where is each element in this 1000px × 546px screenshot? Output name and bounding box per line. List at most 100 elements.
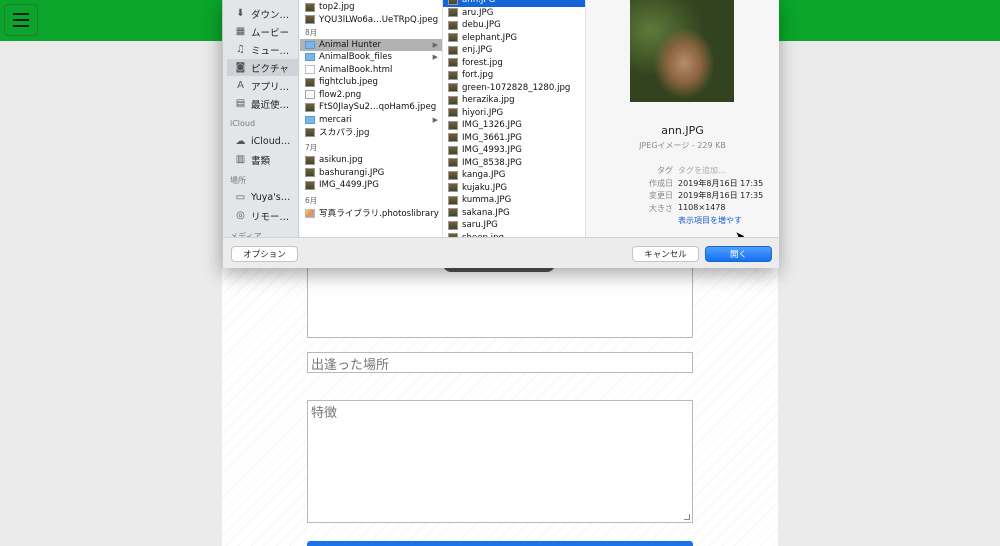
file-row[interactable]: top2.jpg [300,1,442,14]
meta-key: タグ [657,166,673,175]
file-name: flow2.png [319,89,362,100]
file-thumbnail-icon [448,20,458,30]
show-more-link[interactable]: 表示項目を増やす [678,215,742,226]
file-open-dialog: ⬇ ダウン… ▦ ムービー ♫ ミュー… ◙ ピクチャ A アプリ… ▤ 最近使… iCloud ☁ iCl… [222,0,779,268]
preview-filekind: JPEGイメージ - 229 KB [639,141,726,150]
column-pictures[interactable]: top2.jpg YQU3lLWo6a…UeTRpQ.jpeg 8月 Animal H… [300,0,443,237]
sidebar-item[interactable]: ▭ Yuya's… [227,189,298,206]
file-row[interactable]: hiyori.JPG [443,107,585,120]
laptop-icon: ▭ [235,192,246,203]
options-button[interactable]: オプション [231,246,298,262]
file-row[interactable]: Animal Hunter ▶ [300,38,442,51]
sidebar-item-label: リモー… [251,211,290,223]
file-row[interactable]: スカパラ.jpg [300,126,442,139]
file-name: AnimalBook_files [319,52,392,63]
file-row[interactable]: sakana.JPG [443,207,585,220]
file-name: saru.JPG [462,220,498,231]
file-name: ann.JPG [462,0,496,6]
file-row[interactable]: YQU3lLWo6a…UeTRpQ.jpeg [300,14,442,27]
meeting-place-input[interactable]: 出逢った場所 [307,352,693,373]
preview-filename: ann.JPG [661,124,704,137]
file-row[interactable]: green-1072828_1280.jpg [443,82,585,95]
file-thumbnail-icon [305,90,315,100]
file-row[interactable]: IMG_1326.JPG [443,119,585,132]
file-row[interactable]: fightclub.jpeg [300,76,442,89]
cancel-button[interactable]: キャンセル [632,246,699,262]
sidebar-item[interactable]: ▦ ムービー [227,23,298,40]
file-thumbnail-icon [448,120,458,130]
disclosure-arrow-icon: ▶ [432,115,438,124]
file-row[interactable]: AnimalBook.html [300,64,442,77]
sidebar-item[interactable]: ▥ 書類 [227,151,298,168]
meta-key: 変更日 [649,191,673,200]
file-name: hiyori.JPG [462,107,504,118]
sidebar-item-label: 最近使… [251,99,290,111]
camera-icon: ◙ [235,62,246,73]
features-placeholder: 特徴 [311,406,338,421]
disc-icon: ◎ [236,210,245,221]
sidebar-item[interactable]: ☁ iCloud… [227,133,298,150]
music-icon: ♫ [236,44,245,55]
sidebar-item[interactable]: ▤ 最近使… [227,95,298,112]
sidebar-item[interactable]: A アプリ… [227,77,298,94]
file-name: スカパラ.jpg [319,128,370,139]
folder-icon [305,115,315,124]
file-row[interactable]: debu.JPG [443,19,585,32]
file-name: elephant.JPG [462,32,518,43]
sidebar-item[interactable]: ⬇ ダウン… [227,5,298,22]
submit-button[interactable] [307,541,693,546]
file-row[interactable]: IMG_3661.JPG [443,132,585,145]
file-thumbnail-icon [448,95,458,105]
sidebar-item[interactable]: ♫ ミュー… [227,41,298,58]
date-group-header: 6月 [300,195,442,208]
download-icon: ⬇ [236,8,245,19]
preview-image [630,0,734,102]
file-thumbnail-icon [448,83,458,93]
file-row[interactable]: IMG_8538.JPG [443,157,585,170]
file-row[interactable]: aru.JPG [443,7,585,20]
file-row[interactable]: fort.jpg [443,69,585,82]
file-thumbnail-icon [448,33,458,43]
meta-key: 大きさ [649,203,673,213]
file-row[interactable]: kumma.JPG [443,194,585,207]
file-row[interactable]: kujaku.JPG [443,182,585,195]
file-name: IMG_3661.JPG [462,132,522,143]
sidebar-item-label: 書類 [251,155,271,167]
file-row[interactable]: forest.jpg [443,57,585,70]
sidebar-item[interactable]: ◙ ピクチャ [227,59,298,76]
file-name: aru.JPG [462,7,494,18]
sidebar-item[interactable]: ◎ リモー… [227,207,298,224]
column-animal-hunter[interactable]: ann.JPG aru.JPG debu.JPG elephant.JPG enj.JP… [443,0,586,237]
sidebar-item-label: ムービー [251,27,290,39]
file-thumbnail-icon [448,58,458,68]
file-name: 写真ライブラリ.photoslibrary [319,209,439,220]
features-textarea[interactable]: 特徴 [307,400,693,523]
resize-grip-icon[interactable] [684,514,690,520]
file-row[interactable]: IMG_4993.JPG [443,144,585,157]
file-thumbnail-icon [305,208,315,218]
file-row[interactable]: bashurangi.JPG [300,167,442,180]
file-row[interactable]: AnimalBook_files ▶ [300,51,442,64]
file-thumbnail-icon [448,220,458,230]
file-row[interactable]: kanga.JPG [443,169,585,182]
file-row[interactable]: flow2.png [300,89,442,102]
file-row[interactable]: 写真ライブラリ.photoslibrary [300,207,442,220]
file-name: fightclub.jpeg [319,77,379,88]
file-row[interactable]: saru.JPG [443,219,585,232]
open-button[interactable]: 開く [705,246,772,262]
file-row[interactable]: FtS0JIaySu2…qoHam6.jpeg [300,101,442,114]
sidebar-heading: 場所 [230,176,246,185]
file-row[interactable]: mercari ▶ [300,114,442,127]
sidebar-item-label: アプリ… [251,81,290,93]
hamburger-menu-icon[interactable] [4,4,38,36]
file-name: forest.jpg [462,57,503,68]
file-row[interactable]: herazika.jpg [443,94,585,107]
file-row[interactable]: elephant.JPG [443,32,585,45]
file-row[interactable]: IMG_4499.JPG [300,179,442,192]
file-row[interactable]: enj.JPG [443,44,585,57]
file-thumbnail-icon [448,170,458,180]
file-row[interactable]: asikun.jpg [300,154,442,167]
file-name: IMG_8538.JPG [462,157,522,168]
tag-input[interactable]: タグを追加… [678,165,726,176]
file-thumbnail-icon [448,108,458,118]
